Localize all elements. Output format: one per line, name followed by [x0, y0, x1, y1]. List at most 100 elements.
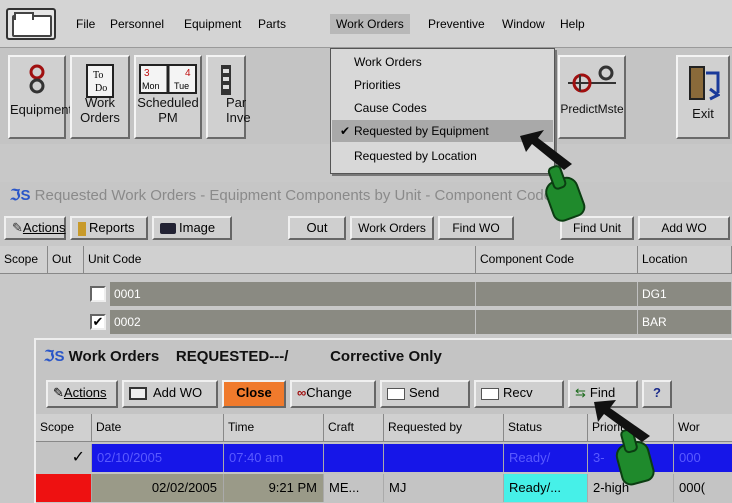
parts-inventory-button[interactable]: Par Inve — [206, 55, 251, 139]
menu-file[interactable]: File — [70, 14, 101, 34]
printer-icon — [129, 387, 147, 401]
calendar-day-3: 3 — [144, 68, 150, 79]
window2-close-button[interactable]: Close — [222, 380, 286, 408]
find-icon: ⇆ — [575, 385, 586, 400]
parts-inventory-label-2: Inve — [226, 110, 251, 125]
window1-title-text: Requested Work Orders - Equipment Compon… — [34, 187, 553, 204]
cell-time: 9:21 PM — [224, 474, 324, 502]
cell-time: 07:40 am — [224, 444, 324, 472]
column-header-wo[interactable]: Wor — [674, 414, 732, 442]
window2-actions-button[interactable]: ✎Actions — [46, 380, 118, 408]
cell-craft — [324, 444, 384, 472]
column-header-component-code[interactable]: Component Code — [476, 246, 638, 274]
column-header-location[interactable]: Location — [638, 246, 732, 274]
window1-actions-button[interactable]: ✎Actions — [4, 216, 66, 240]
change-link-icon: ∞ — [297, 385, 307, 400]
equipment-label: Equipment — [10, 102, 73, 117]
column-header-time[interactable]: Time — [224, 414, 324, 442]
calendar-day-4: 4 — [185, 68, 191, 79]
cell-scope[interactable]: ✓ — [36, 444, 92, 472]
menu-help[interactable]: Help — [554, 14, 591, 34]
predictmste-label: PredictMste — [560, 102, 624, 116]
menu-parts[interactable]: Parts — [252, 14, 292, 34]
predictmste-button[interactable]: PredictMste — [558, 55, 626, 139]
calendar-mon: Mon — [142, 81, 160, 91]
column-header-scope[interactable]: Scope — [36, 414, 92, 442]
dropdown-item-priorities[interactable]: Priorities — [332, 74, 553, 96]
window2-change-button[interactable]: ∞Change — [290, 380, 376, 408]
column-header-scope[interactable]: Scope — [0, 246, 48, 274]
menu-preventive[interactable]: Preventive — [422, 14, 491, 34]
column-header-unit-code[interactable]: Unit Code — [84, 246, 476, 274]
cell-component-code — [476, 310, 638, 334]
app-folder-icon[interactable] — [6, 8, 56, 40]
calendar-icon: 3 4 Mon Tue — [139, 64, 197, 94]
row-out-checkbox[interactable]: ✔ — [90, 314, 106, 330]
menu-bar: File Personnel Equipment Parts Work Orde… — [0, 0, 732, 48]
calendar-tue: Tue — [174, 81, 189, 91]
scheduled-pm-label: Scheduled PM — [136, 95, 200, 125]
window2-logo-icon: ℑS — [44, 348, 69, 365]
camera-icon — [160, 223, 176, 235]
exit-button[interactable]: Exit — [676, 55, 730, 139]
menu-window[interactable]: Window — [496, 14, 551, 34]
find-unit-label: Find Unit — [572, 221, 622, 235]
window2-recv-button[interactable]: Recv — [474, 380, 564, 408]
cell-unit-code: 0001 — [110, 282, 476, 306]
window1-find-unit-button[interactable]: Find Unit — [560, 216, 634, 240]
scheduled-pm-label-1: Scheduled — [137, 95, 199, 110]
dropdown-item-work-orders[interactable]: Work Orders — [332, 51, 553, 73]
scheduled-pm-button[interactable]: 3 4 Mon Tue Scheduled PM — [134, 55, 202, 139]
dropdown-item-cause-codes[interactable]: Cause Codes — [332, 97, 553, 119]
work-orders-btn-label: Work Orders — [358, 221, 426, 235]
column-header-craft[interactable]: Craft — [324, 414, 384, 442]
table-row[interactable]: 0001 DG1 — [0, 282, 732, 306]
window1-work-orders-button[interactable]: Work Orders — [350, 216, 434, 240]
window1-add-wo-button[interactable]: Add WO — [638, 216, 730, 240]
chain-link-icon — [29, 64, 45, 94]
reports-label: Reports — [89, 220, 135, 235]
exit-label: Exit — [692, 106, 714, 121]
window2-add-wo-button[interactable]: Add WO — [122, 380, 218, 408]
column-header-requested-by[interactable]: Requested by — [384, 414, 504, 442]
equipment-button[interactable]: Equipment — [8, 55, 73, 139]
cell-date: 02/02/2005 — [92, 474, 224, 502]
dropdown-item-label: Cause Codes — [354, 101, 427, 115]
window1-grid-header: Scope Out Unit Code Component Code Locat… — [0, 246, 732, 274]
column-header-status[interactable]: Status — [504, 414, 588, 442]
window2-send-button[interactable]: Send — [380, 380, 470, 408]
column-header-date[interactable]: Date — [92, 414, 224, 442]
menu-personnel[interactable]: Personnel — [104, 14, 170, 34]
cell-wo-number: 000( — [674, 474, 732, 502]
menu-work-orders[interactable]: Work Orders — [330, 14, 410, 34]
out-label: Out — [306, 220, 328, 235]
check-icon: ✔ — [340, 124, 351, 138]
column-header-out[interactable]: Out — [48, 246, 84, 274]
window1-title: ℑS Requested Work Orders - Equipment Com… — [0, 182, 732, 210]
table-row[interactable]: ✔ 0002 BAR — [0, 310, 732, 334]
reports-icon — [78, 221, 86, 236]
cell-unit-code: 0002 — [110, 310, 476, 334]
work-orders-button[interactable]: To Do Work Orders — [70, 55, 130, 139]
window1-logo-icon: ℑS — [10, 187, 35, 204]
dropdown-item-label: Requested by Location — [354, 149, 477, 163]
predict-icon — [568, 65, 616, 93]
window1-find-wo-button[interactable]: Find WO — [438, 216, 514, 240]
help-label: ? — [653, 385, 661, 400]
work-orders-label: Work Orders — [72, 95, 128, 125]
cell-scope[interactable] — [36, 474, 92, 502]
menu-equipment[interactable]: Equipment — [178, 14, 247, 34]
window2-title: ℑS Work Orders REQUESTED---/ Corrective … — [36, 344, 732, 370]
cell-date: 02/10/2005 — [92, 444, 224, 472]
window1-out-button[interactable]: Out — [288, 216, 346, 240]
window1-reports-button[interactable]: Reports — [70, 216, 148, 240]
cell-location: BAR — [638, 310, 732, 334]
cell-wo-number: 000 — [674, 444, 732, 472]
row-out-checkbox[interactable] — [90, 286, 106, 302]
add-wo-label: Add WO — [153, 385, 203, 400]
actions-label: Actions — [63, 385, 107, 400]
send-label: Send — [409, 385, 440, 400]
window1-image-button[interactable]: Image — [152, 216, 232, 240]
cell-status: Ready/ — [504, 444, 588, 472]
arrow-pointer-icon — [520, 130, 572, 170]
